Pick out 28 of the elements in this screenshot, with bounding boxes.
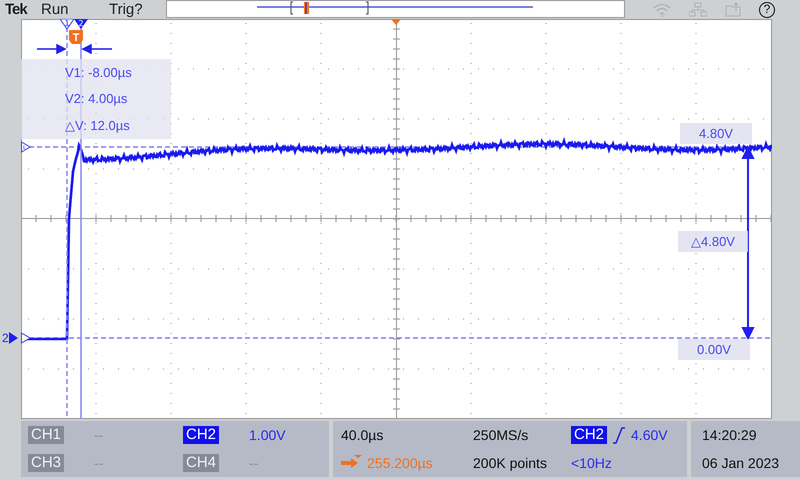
trigger-marker: T	[69, 30, 83, 44]
acquisition-state: Run	[41, 1, 70, 18]
right-arrow-icon	[36, 44, 66, 54]
brand-logo: Tek	[5, 1, 28, 18]
time-scale: 40.0µs	[341, 427, 384, 443]
channel-scale: --	[94, 427, 104, 443]
rising-edge-icon	[612, 426, 626, 444]
horizontal-position: 255.200µs	[367, 455, 433, 471]
trigger-state: Trig?	[109, 1, 144, 18]
sample-rate: 250MS/s	[473, 427, 530, 443]
channel-badge[interactable]: CH2	[183, 426, 220, 444]
trigger-frequency: <10Hz	[571, 455, 613, 471]
record-length: 200K points	[473, 455, 548, 471]
clock-date: 06 Jan 2023	[702, 455, 780, 471]
cursor-readout-panel: V1: -8.00µs V2: 4.00µs △V: 12.0µs	[21, 59, 171, 139]
level-label: 0.00V	[678, 339, 750, 360]
trigger-level: 4.60V	[631, 427, 668, 443]
channel-scale: --	[249, 455, 258, 471]
clock-time: 14:20:29	[702, 427, 758, 443]
position-arrow-icon	[341, 455, 363, 471]
delta-label: △4.80V	[678, 231, 748, 252]
help-button[interactable]: ?	[759, 2, 775, 18]
trigger-source-badge[interactable]: CH2	[571, 426, 608, 444]
channel-scale: --	[94, 455, 104, 471]
level-label: 4.80V	[680, 123, 752, 144]
left-arrow-icon	[82, 44, 113, 54]
channel-scale: 1.00V	[249, 427, 286, 443]
channel-marker[interactable]	[21, 332, 31, 344]
